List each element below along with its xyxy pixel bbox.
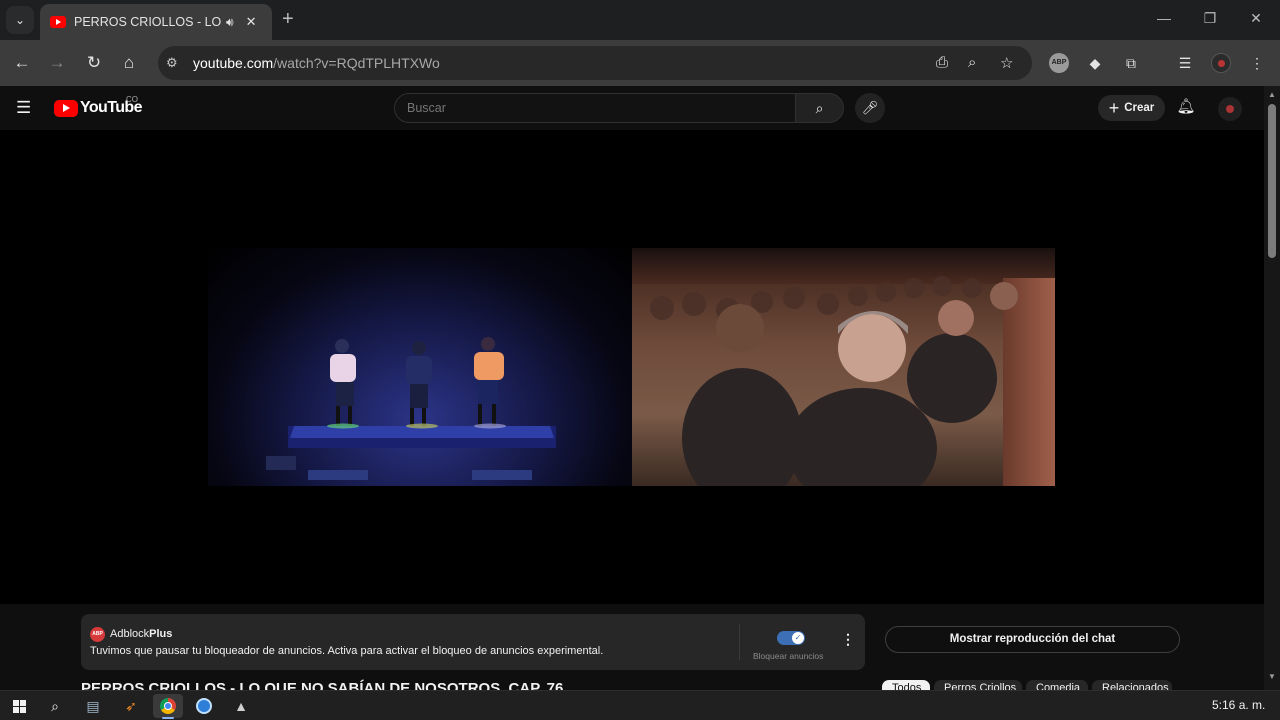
show-chat-replay-button[interactable]: Mostrar reproducción del chat <box>885 626 1180 653</box>
browser-tab-active[interactable]: PERROS CRIOLLOS - LO QUE NO SABÍAN DE NO… <box>40 4 272 40</box>
site-info-tune-icon[interactable]: ⚙︎ <box>166 55 178 71</box>
browser-tab-strip: ⌄ PERROS CRIOLLOS - LO QUE NO SABÍAN DE … <box>0 0 1280 40</box>
create-button[interactable]: + Crear <box>1098 95 1165 121</box>
extension-diamond-icon[interactable]: ◆ <box>1085 53 1105 73</box>
microphone-icon[interactable]: 🎤︎ <box>855 93 885 123</box>
block-ads-toggle[interactable] <box>777 631 805 645</box>
video-frame-audience <box>632 248 1055 486</box>
search-input[interactable] <box>407 101 787 115</box>
chevron-down-icon: ⌄ <box>14 13 26 27</box>
menu-kebab-icon[interactable]: ⋮ <box>1247 53 1267 73</box>
avatar[interactable] <box>1218 97 1242 121</box>
url-text[interactable]: youtube.com/watch?v=RQdTPLHTXWo <box>193 55 440 71</box>
app-blue-icon[interactable] <box>189 694 219 718</box>
url-path: /watch?v=RQdTPLHTXWo <box>273 55 440 71</box>
search-box[interactable] <box>394 93 796 123</box>
adblock-brand-prefix: Adblock <box>110 628 150 640</box>
adblock-brand-suffix: Plus <box>149 628 173 640</box>
start-icon[interactable] <box>5 694 35 718</box>
adblock-message: Tuvimos que pausar tu bloqueador de anun… <box>90 645 604 657</box>
stage-illustration <box>266 337 556 480</box>
video-frame-stage <box>208 248 632 486</box>
audience-illustration <box>650 276 1018 486</box>
install-app-icon[interactable]: ⎙ <box>936 54 948 71</box>
adblock-plus-icon[interactable]: ABP <box>1049 53 1069 73</box>
zoom-icon[interactable]: ⌕ <box>968 54 976 71</box>
adblock-brand: AdblockPlus <box>110 628 172 640</box>
tab-search-button[interactable]: ⌄ <box>6 6 34 34</box>
search-icon[interactable]: ⌕ <box>40 694 70 718</box>
country-code: CO <box>126 95 138 104</box>
window-close-icon[interactable]: ✕ <box>1246 10 1266 27</box>
youtube-header: ☰ YouTube CO ⌕ 🎤︎ + Crear 🔔︎ <box>0 86 1264 130</box>
plus-icon: + <box>1108 98 1120 118</box>
url-host: youtube.com <box>193 55 274 71</box>
reload-icon[interactable]: ↻ <box>83 52 105 74</box>
windows-taskbar: ⌕ ▤ ➶ ▲ 5:16 a. m. <box>0 690 1280 720</box>
address-bar[interactable]: ⚙︎ youtube.com/watch?v=RQdTPLHTXWo ⎙ ⌕ ☆ <box>158 46 1032 80</box>
page-scrollbar[interactable]: ▲ ▼ <box>1264 86 1280 690</box>
block-ads-toggle-label: Bloquear anuncios <box>753 651 824 661</box>
youtube-play-icon <box>54 99 78 117</box>
browser-toolbar: ← → ↻ ⌂ ⚙︎ youtube.com/watch?v=RQdTPLHTX… <box>0 40 1280 86</box>
taskbar-clock[interactable]: 5:16 a. m. <box>1212 698 1265 712</box>
scroll-up-arrow-icon[interactable]: ▲ <box>1268 90 1276 99</box>
app-triangle-icon[interactable]: ▲ <box>226 694 256 718</box>
profile-avatar-icon[interactable] <box>1211 53 1231 73</box>
search-icon[interactable]: ⌕ <box>796 93 844 123</box>
scroll-down-arrow-icon[interactable]: ▼ <box>1268 672 1276 681</box>
home-icon[interactable]: ⌂ <box>118 52 140 74</box>
scrollbar-thumb[interactable] <box>1268 104 1276 258</box>
more-options-kebab-icon[interactable]: ⋮ <box>841 631 855 648</box>
new-tab-plus-icon[interactable]: + <box>282 8 294 30</box>
adblock-notice-panel: ABP AdblockPlus Tuvimos que pausar tu bl… <box>81 614 865 670</box>
forward-arrow-icon[interactable]: → <box>46 52 68 74</box>
chrome-icon[interactable] <box>153 694 183 719</box>
divider <box>739 624 740 660</box>
youtube-favicon-icon <box>50 16 66 28</box>
close-icon[interactable]: ✕ <box>246 14 257 30</box>
hamburger-menu-icon[interactable]: ☰ <box>16 98 36 118</box>
create-button-label: Crear <box>1124 102 1155 114</box>
restore-icon[interactable]: ❐ <box>1200 10 1220 27</box>
minimize-icon[interactable]: — <box>1154 10 1174 26</box>
file-explorer-icon[interactable]: ▤ <box>78 694 108 718</box>
extensions-puzzle-icon[interactable]: ⧉ <box>1121 53 1141 73</box>
speaker-icon[interactable]: 🔊︎ <box>226 15 234 30</box>
reading-list-icon[interactable]: ☰ <box>1175 53 1195 73</box>
adblock-plus-logo-icon: ABP <box>90 627 105 642</box>
app-orange-icon[interactable]: ➶ <box>116 694 146 718</box>
bookmark-star-icon[interactable]: ☆ <box>1000 54 1013 72</box>
tab-title: PERROS CRIOLLOS - LO QUE NO SABÍAN DE NO… <box>74 15 222 29</box>
below-player-area: ABP AdblockPlus Tuvimos que pausar tu bl… <box>0 604 1264 697</box>
video-player[interactable] <box>0 130 1264 604</box>
back-arrow-icon[interactable]: ← <box>11 52 33 74</box>
notifications-bell-icon[interactable]: 🔔︎ <box>1176 97 1196 117</box>
